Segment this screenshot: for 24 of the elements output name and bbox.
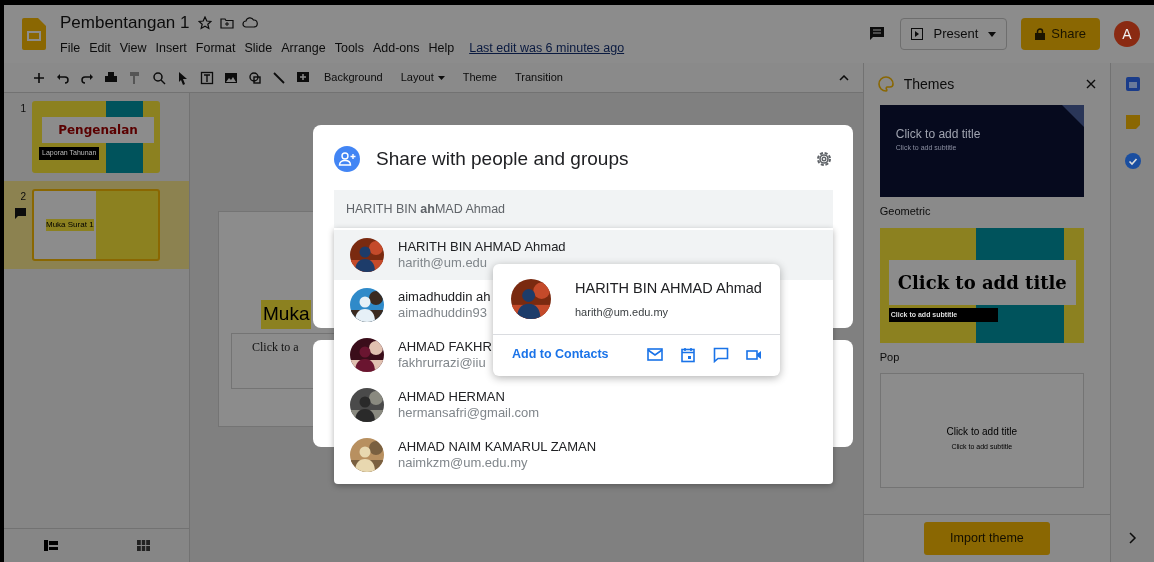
contact-name: AHMAD HERMAN bbox=[398, 389, 506, 405]
slide-thumb-title: Pengenalan bbox=[42, 117, 154, 143]
contact-name: HARITH BIN AHMAD Ahmad bbox=[398, 239, 566, 255]
theme-title: Click to add title bbox=[895, 126, 981, 143]
slide-title: Muka bbox=[261, 300, 312, 329]
slide-thumb-title: Muka Surat 1 bbox=[46, 219, 94, 231]
slide-number: 1 bbox=[20, 102, 26, 116]
contact-email: fakhrurrazi@iiu bbox=[398, 355, 487, 371]
contact-email: aimadhuddin93 bbox=[398, 305, 488, 321]
contact-name: aimadhuddin ah bbox=[398, 289, 491, 305]
dialog-title: Share with people and groups bbox=[376, 147, 630, 171]
theme-title: Click to add title bbox=[945, 425, 1019, 439]
contact-email: hermansafri@gmail.com bbox=[398, 405, 540, 421]
theme-name: Geometric bbox=[879, 204, 932, 219]
contact-email: naimkzm@um.edu.my bbox=[398, 455, 529, 471]
contact-email: harith@um.edu bbox=[398, 255, 489, 271]
slide-number: 2 bbox=[20, 190, 26, 204]
theme-title: Click to add title bbox=[888, 259, 1076, 305]
contact-name: AHMAD FAKHR bbox=[398, 339, 492, 355]
contact-email: harith@um.edu.my bbox=[575, 304, 670, 320]
panel-title: Themes bbox=[903, 74, 956, 94]
contact-name: AHMAD NAIM KAMARUL ZAMAN bbox=[398, 439, 597, 455]
theme-name: Pop bbox=[879, 349, 901, 365]
contact-name: HARITH BIN AHMAD Ahmad bbox=[575, 279, 762, 298]
